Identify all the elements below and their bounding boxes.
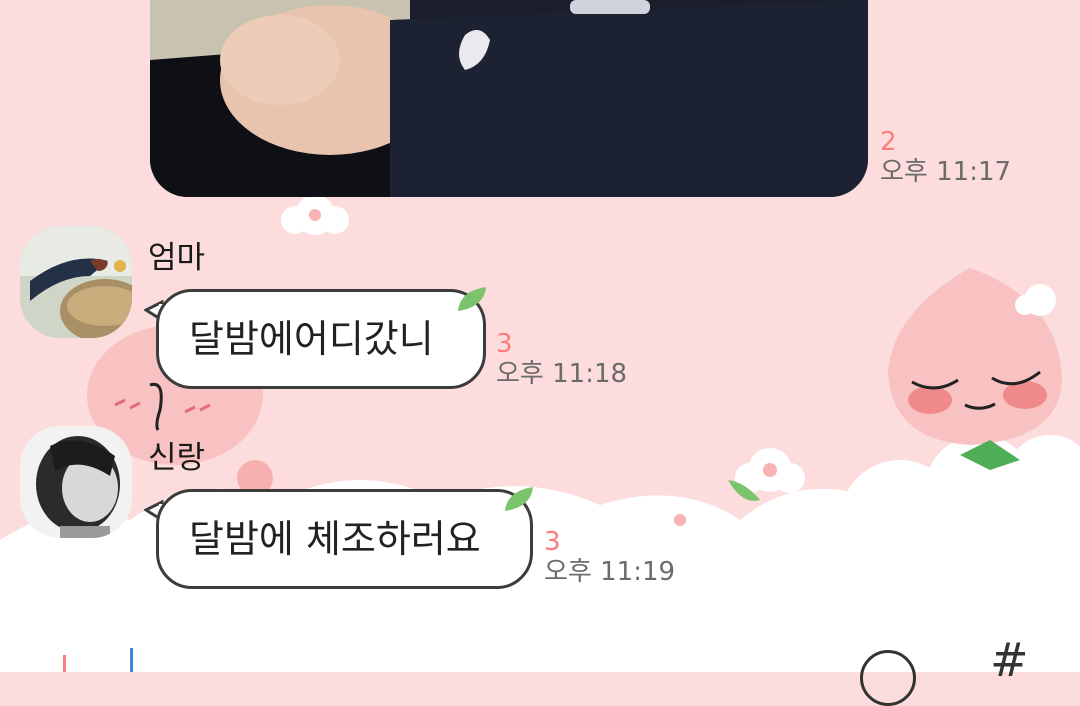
message-time: 오후 11:17 [880, 157, 1012, 187]
hashtag-icon[interactable]: # [990, 637, 1029, 683]
message-input-caret[interactable] [130, 648, 133, 672]
message-meta: 3 오후 11:19 [544, 528, 675, 588]
child-avatar-image [20, 426, 132, 538]
message-time: 오후 11:18 [496, 359, 628, 389]
avatar[interactable] [20, 226, 132, 338]
leaf-icon [505, 487, 533, 511]
unread-count: 3 [496, 329, 513, 359]
photo-image [150, 0, 868, 197]
attach-icon[interactable] [63, 655, 66, 672]
unread-count: 3 [544, 527, 561, 557]
leaf-icon [458, 287, 486, 311]
photo-message-meta: 2 오후 11:17 [880, 128, 1011, 188]
sender-name: 엄마 [148, 240, 206, 276]
message-bubble[interactable]: 달밤에 체조하러요 [156, 489, 533, 589]
message-meta: 3 오후 11:18 [496, 330, 627, 390]
emoji-icon[interactable] [860, 650, 916, 706]
avatar[interactable] [20, 426, 132, 538]
message-time: 오후 11:19 [544, 557, 676, 587]
message-bubble[interactable]: 달밤에어디갔니 [156, 289, 486, 389]
photo-message[interactable] [150, 0, 868, 197]
swallow-avatar-image [20, 226, 132, 338]
unread-count: 2 [880, 127, 897, 157]
message-input-bar[interactable] [0, 600, 1080, 672]
sender-name: 신랑 [148, 440, 206, 476]
